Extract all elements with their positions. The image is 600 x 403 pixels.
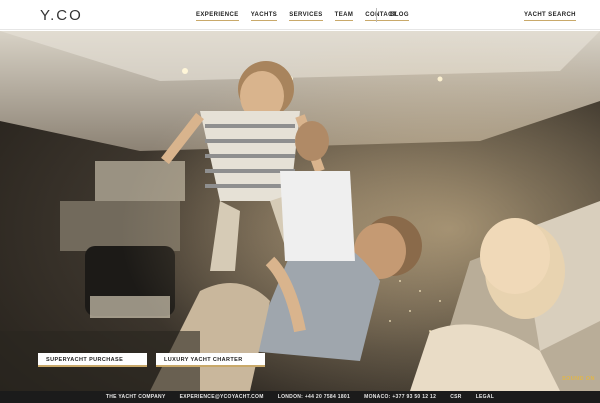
footer-email-link[interactable]: EXPERIENCE@YCOYACHT.COM: [180, 394, 264, 400]
nav-services[interactable]: SERVICES: [289, 12, 323, 21]
yacht-search-link[interactable]: YACHT SEARCH: [524, 12, 576, 21]
hero-image: [0, 31, 600, 391]
sound-on-toggle[interactable]: SOUND ON: [562, 376, 595, 382]
nav-experience[interactable]: EXPERIENCE: [196, 12, 239, 21]
site-header: Y.CO EXPERIENCE YACHTS SERVICES TEAM CON…: [0, 0, 600, 30]
hero-photo-illustration: [0, 31, 600, 391]
site-footer: THE YACHT COMPANY EXPERIENCE@YCOYACHT.CO…: [0, 391, 600, 403]
nav-blog[interactable]: BLOG: [390, 12, 409, 21]
footer-company: THE YACHT COMPANY: [105, 394, 166, 400]
luxury-yacht-charter-button[interactable]: LUXURY YACHT CHARTER: [156, 353, 265, 367]
footer-legal-link[interactable]: LEGAL: [476, 394, 494, 400]
nav-yachts[interactable]: YACHTS: [250, 12, 278, 21]
nav-divider: [376, 8, 377, 22]
main-nav: EXPERIENCE YACHTS SERVICES TEAM CONTACT: [196, 12, 409, 21]
footer-monaco-phone[interactable]: MONACO: +377 93 50 12 12: [364, 394, 436, 400]
footer-london-phone[interactable]: LONDON: +44 20 7584 1801: [278, 394, 350, 400]
logo[interactable]: Y.CO: [40, 7, 83, 24]
superyacht-purchase-button[interactable]: SUPERYACHT PURCHASE: [38, 353, 147, 367]
footer-csr-link[interactable]: CSR: [450, 394, 461, 400]
nav-team[interactable]: TEAM: [334, 12, 354, 21]
